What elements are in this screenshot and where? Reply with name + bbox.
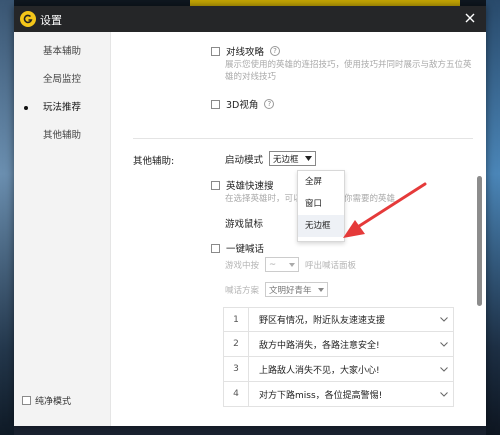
sidebar-item-label: 玩法推荐 (42, 102, 81, 113)
message-number: 2 (224, 332, 249, 356)
sidebar: 基本辅助 全局监控 玩法推荐 其他辅助 纯净模式 (14, 32, 111, 426)
sidebar-item-other[interactable]: 其他辅助 (14, 122, 110, 150)
scrollbar[interactable] (477, 176, 482, 306)
help-icon[interactable]: ? (270, 46, 281, 56)
shout-message-list: 1 野区有情况，附近队友速速支援 2 敌方中路消失，各路注意安全! 3 上路敌人消失不… (223, 307, 454, 407)
launch-mode-row: 启动模式 无边框 (225, 151, 316, 166)
dropdown-option-borderless[interactable]: 无边框 (298, 215, 344, 237)
close-icon[interactable] (462, 10, 478, 26)
other-section-label: 其他辅助: (133, 156, 175, 167)
list-item[interactable]: 3 上路敌人消失不见，大家小心! (223, 357, 454, 382)
sidebar-item-label: 基本辅助 (42, 46, 81, 57)
hero-quick-label: 英雄快速搜 (226, 181, 274, 192)
title-bar[interactable]: 设置 (14, 6, 486, 32)
shout-hotkey-select[interactable]: ~ (265, 257, 300, 272)
background-right-art (486, 0, 500, 435)
shout-label: 一键喊话 (226, 244, 265, 255)
view3d-label: 3D视角 (226, 100, 259, 111)
launch-mode-dropdown: 全屏 窗口 无边框 (297, 170, 345, 242)
shout-hotkey-value: ~ (269, 259, 277, 270)
counter-guide-desc: 展示您使用的英雄的连招技巧，使用技巧并同时展示与敌方五位英雄的对线技巧 (225, 60, 472, 82)
section-divider (133, 138, 473, 139)
message-number: 3 (224, 357, 249, 381)
counter-guide-checkbox[interactable] (211, 46, 220, 56)
message-text: 野区有情况，附近队友速速支援 (259, 316, 386, 326)
dropdown-option-fullscreen[interactable]: 全屏 (298, 171, 344, 193)
view3d-checkbox[interactable] (211, 99, 220, 109)
active-dot-icon (24, 106, 28, 110)
view3d-option[interactable]: 3D视角 ? (211, 97, 275, 111)
shout-option[interactable]: 一键喊话 (211, 241, 264, 255)
list-item[interactable]: 2 敌方中路消失，各路注意安全! (223, 332, 454, 357)
settings-dialog: 设置 基本辅助 全局监控 玩法推荐 其他辅助 纯净模式 对线攻略 ? 展示您使用… (14, 6, 486, 426)
mouse-row: 游戏鼠标 (225, 216, 263, 230)
mouse-label: 游戏鼠标 (225, 219, 264, 230)
sidebar-item-basic[interactable]: 基本辅助 (14, 38, 110, 66)
sidebar-item-monitor[interactable]: 全局监控 (14, 66, 110, 94)
launch-mode-select[interactable]: 无边框 (269, 151, 316, 166)
shout-scheme-row: 喊话方案 文明好青年 (225, 282, 328, 297)
window-title: 设置 (40, 14, 62, 27)
counter-guide-option[interactable]: 对线攻略 ? (211, 44, 281, 58)
help-icon[interactable]: ? (264, 99, 275, 109)
launch-mode-label: 启动模式 (225, 154, 264, 166)
shout-checkbox[interactable] (211, 243, 220, 253)
chevron-down-icon[interactable] (435, 391, 453, 397)
app-logo-icon (20, 11, 36, 27)
shout-hotkey-label: 游戏中按 (225, 260, 260, 271)
sidebar-item-label: 全局监控 (42, 74, 81, 85)
counter-guide-label: 对线攻略 (226, 47, 265, 58)
shout-scheme-label: 喊话方案 (225, 285, 260, 296)
message-number: 1 (224, 308, 249, 331)
chevron-down-icon (317, 287, 324, 292)
shout-scheme-select[interactable]: 文明好青年 (265, 282, 328, 297)
hero-quick-checkbox[interactable] (211, 180, 220, 190)
shout-hotkey-row: 游戏中按 ~ 呼出喊话面板 (225, 257, 356, 272)
shout-scheme-value: 文明好青年 (269, 285, 312, 296)
pure-mode-toggle[interactable]: 纯净模式 (22, 394, 71, 407)
launch-mode-value: 无边框 (273, 154, 299, 165)
chevron-down-icon[interactable] (435, 341, 453, 347)
chevron-down-icon[interactable] (435, 317, 453, 322)
background-left-art (0, 0, 14, 435)
annotation-arrow-icon (343, 182, 427, 238)
message-text: 对方下路miss，各位提高警惕! (259, 390, 383, 401)
message-number: 4 (224, 382, 249, 406)
settings-content: 对线攻略 ? 展示您使用的英雄的连招技巧，使用技巧并同时展示与敌方五位英雄的对线… (111, 32, 476, 426)
sidebar-item-recommend[interactable]: 玩法推荐 (14, 94, 110, 122)
chevron-down-icon (289, 262, 296, 267)
dropdown-option-window[interactable]: 窗口 (298, 193, 344, 215)
sidebar-item-label: 其他辅助 (42, 130, 81, 141)
message-text: 上路敌人消失不见，大家小心! (259, 365, 380, 376)
hero-quick-option[interactable]: 英雄快速搜 (211, 178, 274, 192)
message-text: 敌方中路消失，各路注意安全! (259, 340, 380, 351)
chevron-down-icon (304, 156, 312, 161)
pure-mode-checkbox[interactable] (22, 396, 31, 405)
list-item[interactable]: 4 对方下路miss，各位提高警惕! (223, 382, 454, 407)
chevron-down-icon[interactable] (435, 366, 453, 372)
pure-mode-label: 纯净模式 (35, 397, 72, 407)
shout-hotkey-suffix: 呼出喊话面板 (305, 260, 357, 271)
list-item[interactable]: 1 野区有情况，附近队友速速支援 (223, 307, 454, 332)
